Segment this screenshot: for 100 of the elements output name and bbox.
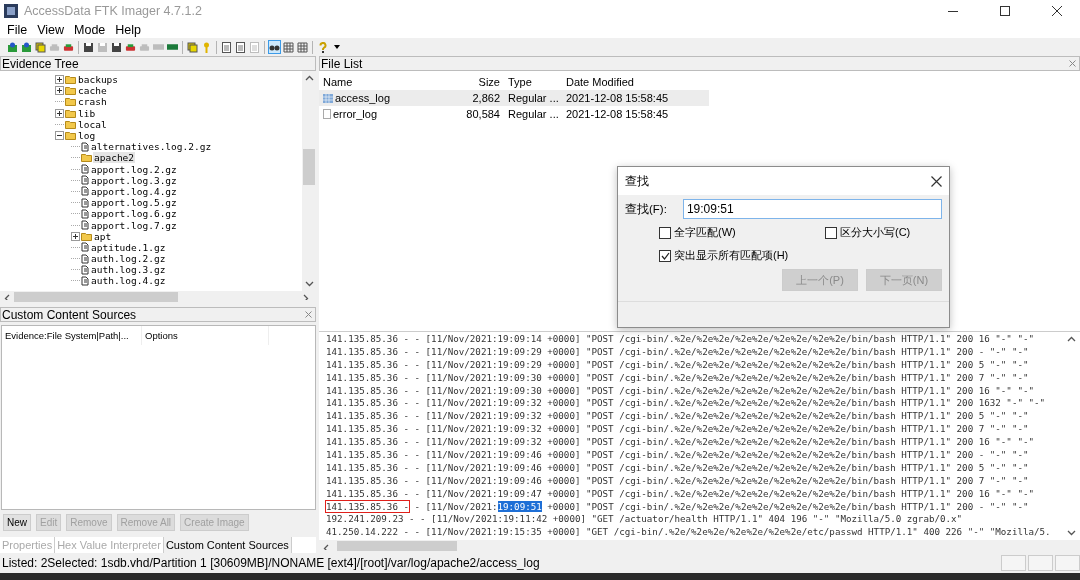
page-icon	[222, 41, 231, 53]
log-line: 141.135.85.36 - - [11/Nov/2021:19:09:32 +0000] "POST /cgi-bin/.%2e/%2e%2e/%2e%2e/%2e%2e/%2e%2e/bin/bash HTTP/1.1" 200 7 "-" "-"	[326, 423, 1029, 437]
tree-item[interactable]: apport.log.5.gz	[90, 197, 178, 209]
tree-item[interactable]: apport.log.2.gz	[90, 163, 178, 175]
scroll-thumb[interactable]	[337, 541, 457, 551]
tree-item[interactable]: cache	[77, 85, 108, 97]
search-field[interactable]: 19:09:51	[682, 199, 942, 219]
grid-icon	[283, 41, 294, 53]
close-icon[interactable]	[1052, 6, 1062, 16]
scroll-down-icon[interactable]	[304, 281, 314, 287]
menu-item[interactable]: Mode	[69, 23, 111, 37]
log-text: +0000] "POST /cgi-bin/.%2e/%2e%2e/%2e%2e/%2e%2e/%2e%2e/bin/bash HTTP/1.1" 200 - "-" "-"	[546, 500, 1029, 512]
checkbox-label[interactable]: 区分大小写(C)	[840, 225, 911, 240]
panel-title: Custom Content Sources	[2, 307, 137, 322]
log-line: 141.135.85.36 - - [11/Nov/2021:19:09:29 +0000] "POST /cgi-bin/.%2e/%2e%2e/%2e%2e/%2e%2e/%2e%2e/bin/bash HTTP/1.1" 200 - "-" "-"	[326, 345, 1029, 359]
folder-icon	[65, 108, 76, 118]
panel-tab[interactable]: Custom Content Sources	[163, 537, 292, 553]
file-name: error_log	[333, 108, 378, 120]
log-line: 141.135.85.36 - - [11/Nov/2021:19:09:30 +0000] "POST /cgi-bin/.%2e/%2e%2e/%2e%2e/%2e%2e/%2e%2e/bin/bash HTTP/1.1" 200 16 "-" "-"	[326, 384, 1034, 398]
tree-item[interactable]: alternatives.log.2.gz	[90, 141, 213, 153]
toolbar-button[interactable]	[82, 40, 95, 54]
scroll-thumb[interactable]	[14, 292, 178, 302]
menu-item[interactable]: View	[32, 23, 70, 37]
toolbar-button[interactable]	[234, 40, 247, 54]
close-icon[interactable]	[931, 175, 942, 187]
tree-item[interactable]: apport.log.3.gz	[90, 174, 178, 186]
log-line: 141.135.85.36 - - [11/Nov/2021:19:09:29 +0000] "POST /cgi-bin/.%2e/%2e%2e/%2e%2e/%2e%2e/%2e%2e/bin/bash HTTP/1.1" 200 5 "-" "-"	[326, 358, 1029, 372]
tree-item[interactable]: backups	[77, 74, 120, 86]
page-icon	[236, 41, 245, 53]
checkbox-label[interactable]: 突出显示所有匹配项(H)	[674, 248, 789, 263]
column-header[interactable]: Size	[459, 76, 504, 88]
log-line: 141.135.85.36 - - [11/Nov/2021:19:09:30 +0000] "POST /cgi-bin/.%2e/%2e%2e/%2e%2e/%2e%2e/%2e%2e/bin/bash HTTP/1.1" 200 7 "-" "-"	[326, 371, 1029, 385]
tree-item[interactable]: apport.log.6.gz	[90, 208, 178, 220]
drive-icon	[125, 41, 136, 53]
checkbox[interactable]	[825, 226, 837, 239]
plus-icon[interactable]	[55, 86, 64, 96]
plus-icon[interactable]	[55, 108, 64, 118]
plus-icon[interactable]	[55, 75, 64, 85]
tree-item[interactable]: apport.log.4.gz	[90, 185, 178, 197]
checkbox[interactable]	[659, 249, 671, 262]
scrollbar[interactable]	[319, 540, 1080, 553]
folder-icon	[65, 86, 76, 96]
file-row[interactable]: access_log 2,862 Regular ... 2021-12-08 15:58:45	[319, 90, 709, 106]
annotation-box: 141.135.85.36 -	[326, 500, 409, 512]
tree-item[interactable]: apache2	[93, 152, 136, 164]
scroll-up-icon[interactable]	[1066, 336, 1076, 342]
log-line: 141.135.85.36 - - [11/Nov/2021:19:09:32 +0000] "POST /cgi-bin/.%2e/%2e%2e/%2e%2e/%2e%2e/%2e%2e/bin/bash HTTP/1.1" 200 1632 "-" "-"	[326, 397, 1046, 411]
minus-icon[interactable]	[55, 131, 64, 141]
floppy-icon	[97, 41, 108, 53]
tree-item[interactable]: auth.log.3.gz	[90, 264, 167, 276]
toolbar-button[interactable]	[220, 40, 233, 54]
table-cell-text: 2021-12-08 15:58:45	[565, 92, 670, 104]
folder-icon	[65, 119, 76, 129]
maximize-icon[interactable]	[1000, 6, 1010, 16]
table-cell-text: 80,584	[465, 108, 501, 120]
log-line: 141.135.85.36 - - [11/Nov/2021:19:09:32 +0000] "POST /cgi-bin/.%2e/%2e%2e/%2e%2e/%2e%2e/%2e%2e/bin/bash HTTP/1.1" 200 5 "-" "-"	[326, 410, 1029, 424]
tree-item[interactable]: aptitude.1.gz	[90, 241, 167, 253]
minimize-icon[interactable]	[948, 10, 958, 12]
file-icon	[323, 109, 331, 119]
panel-title: File List	[321, 56, 363, 71]
folder-icon	[65, 131, 76, 141]
table-cell-text: 2021-12-08 15:58:45	[565, 108, 670, 120]
tree-item[interactable]: apt	[93, 230, 113, 242]
key-icon	[202, 41, 211, 53]
column-header[interactable]: Date Modified	[562, 76, 702, 88]
log-line: 192.241.209.23 - - [11/Nov/2021:19:11:42 +0000] "GET /actuator/health HTTP/1.1" 404 196 "-" "Mozilla/5.0 zgrab/0.x"	[326, 513, 963, 527]
action-button[interactable]: New	[3, 514, 31, 531]
tree-item[interactable]: local	[77, 118, 108, 130]
tree-item[interactable]: apport.log.7.gz	[90, 219, 178, 231]
menu-item[interactable]: Help	[110, 23, 147, 37]
menu-item[interactable]: File	[2, 23, 33, 37]
scroll-up-icon[interactable]	[304, 75, 314, 81]
table-cell-text: Regular ...	[507, 108, 560, 120]
folder-icon	[65, 75, 76, 85]
plus-icon[interactable]	[71, 231, 80, 241]
scrollbar[interactable]	[302, 71, 316, 291]
checkbox-label[interactable]: 全字匹配(W)	[674, 225, 736, 240]
checkbox[interactable]	[659, 226, 671, 239]
toolbar-button[interactable]	[268, 40, 281, 54]
status-text: Listed: 2Selected: 1sdb.vhd/Partition 1 [30609MB]/NONAME [ext4]/[root]/var/log/apache2/access_log	[2, 556, 541, 570]
dialog-title: 查找	[625, 172, 649, 190]
log-line: 141.135.85.36 - - [11/Nov/2021:19:09:32 +0000] "POST /cgi-bin/.%2e/%2e%2e/%2e%2e/%2e%2e/%2e%2e/bin/bash HTTP/1.1" 200 16 "-" "-"	[326, 436, 1034, 449]
column-header[interactable]: Evidence:File System|Path|...	[2, 326, 142, 345]
tree-item[interactable]: auth.log.4.gz	[90, 275, 167, 287]
file-row[interactable]: error_log 80,584 Regular ... 2021-12-08 15:58:45	[319, 106, 709, 122]
toolbar-button[interactable]	[110, 40, 123, 54]
floppy-icon	[111, 41, 122, 53]
scroll-thumb[interactable]	[303, 149, 315, 185]
tree-item[interactable]: log	[77, 130, 97, 142]
table-cell-text: Regular ...	[507, 92, 560, 104]
app-icon	[4, 4, 18, 18]
column-header[interactable]: Type	[504, 76, 562, 88]
column-header[interactable]: Options	[142, 326, 269, 345]
log-line: 41.250.14.222 - - [11/Nov/2021:19:15:35 +0000] "GET /cgi-bin/.%2e/%2e%2e/%2e%2e/%2e%2e/etc/passwd HTTP/1.1" 400 226 "-" "Mozilla/5.	[326, 526, 1051, 540]
tree-item[interactable]: lib	[77, 107, 97, 119]
scroll-down-icon[interactable]	[1066, 530, 1076, 536]
column-header[interactable]: Name	[319, 76, 459, 88]
tree-item[interactable]: auth.log.2.gz	[90, 253, 167, 265]
tree-item[interactable]: crash	[77, 96, 108, 108]
file-name: access_log	[335, 92, 391, 104]
